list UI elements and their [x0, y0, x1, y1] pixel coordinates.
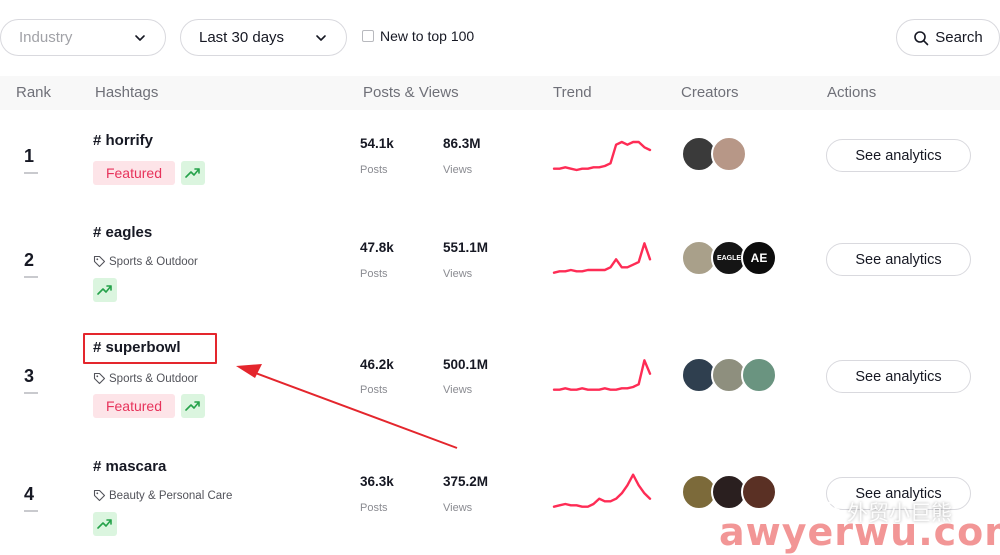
- trending-up-icon: [181, 161, 205, 185]
- see-analytics-button[interactable]: See analytics: [826, 243, 971, 276]
- hashtag-link[interactable]: # horrify: [93, 132, 153, 149]
- category-text: Sports & Outdoor: [109, 372, 198, 385]
- column-creators: Creators: [681, 84, 739, 101]
- posts-label: Posts: [360, 502, 388, 514]
- rank-number: 1: [24, 146, 39, 174]
- chevron-down-icon: [133, 31, 147, 45]
- tag-icon: [93, 372, 106, 385]
- trend-sparkline: [552, 359, 652, 391]
- category-label: Sports & Outdoor: [93, 255, 198, 268]
- posts-label: Posts: [360, 164, 388, 176]
- chevron-down-icon: [314, 31, 328, 45]
- featured-badge: Featured: [93, 394, 175, 418]
- trend-sparkline: [552, 140, 652, 172]
- trend-sparkline: [552, 473, 652, 508]
- featured-badge: Featured: [93, 161, 175, 185]
- rank-number: 4: [24, 484, 39, 512]
- table-row: 2 # eagles Sports & Outdoor 47.8k Posts …: [0, 210, 1000, 326]
- trend-line: [552, 359, 652, 391]
- views-count: 551.1M: [443, 240, 489, 255]
- posts-label: Posts: [360, 384, 388, 396]
- rank-number: 2: [24, 250, 39, 278]
- tag-icon: [93, 255, 106, 268]
- views-count: 375.2M: [443, 474, 489, 489]
- creator-avatars: EAGLE AE: [681, 240, 777, 278]
- trend-line: [552, 473, 652, 508]
- tag-icon: [93, 489, 106, 502]
- industry-select[interactable]: Industry: [0, 19, 166, 56]
- posts-count: 36.3k: [360, 474, 394, 489]
- column-actions: Actions: [827, 84, 877, 101]
- industry-select-label: Industry: [19, 29, 73, 46]
- posts-label: Posts: [360, 268, 388, 280]
- hashtag-link[interactable]: # mascara: [93, 458, 166, 475]
- filter-bar: Industry Last 30 days New to top 100 Sea…: [0, 0, 1000, 76]
- new-to-top-label: New to top 100: [380, 28, 475, 44]
- table-row: 1 # horrify Featured 54.1k Posts 86.3M V…: [0, 110, 1000, 210]
- views-label: Views: [443, 268, 473, 280]
- search-icon: [914, 30, 929, 45]
- category-text: Beauty & Personal Care: [109, 489, 233, 502]
- creator-avatars: [681, 357, 777, 395]
- column-trend: Trend: [553, 84, 592, 101]
- see-analytics-button[interactable]: See analytics: [826, 139, 971, 172]
- search-button-label: Search: [935, 29, 983, 46]
- creator-avatars: [681, 474, 777, 512]
- posts-count: 47.8k: [360, 240, 394, 255]
- column-rank: Rank: [16, 84, 52, 101]
- column-posts-views: Posts & Views: [363, 84, 459, 101]
- posts-count: 54.1k: [360, 136, 394, 151]
- trending-up-icon: [181, 394, 205, 418]
- period-select-label: Last 30 days: [199, 29, 285, 46]
- views-label: Views: [443, 384, 473, 396]
- avatar[interactable]: [741, 357, 777, 393]
- views-label: Views: [443, 502, 473, 514]
- category-text: Sports & Outdoor: [109, 255, 198, 268]
- category-label: Beauty & Personal Care: [93, 489, 232, 502]
- views-count: 500.1M: [443, 357, 489, 372]
- category-label: Sports & Outdoor: [93, 372, 198, 385]
- hashtag-link[interactable]: # eagles: [93, 224, 152, 241]
- column-hashtags: Hashtags: [95, 84, 159, 101]
- views-count: 86.3M: [443, 136, 481, 151]
- trend-line: [552, 242, 652, 274]
- trend-line: [552, 140, 652, 172]
- avatar[interactable]: AE: [741, 240, 777, 276]
- trending-up-icon: [93, 278, 117, 302]
- creator-avatars: [681, 136, 747, 174]
- new-to-top-checkbox[interactable]: [362, 30, 374, 42]
- trending-up-icon: [93, 512, 117, 536]
- avatar[interactable]: [741, 474, 777, 510]
- see-analytics-button[interactable]: See analytics: [826, 360, 971, 393]
- views-label: Views: [443, 164, 473, 176]
- table-row: # superbowl 3 Sports & Outdoor Featured …: [0, 326, 1000, 444]
- rank-number: 3: [24, 366, 39, 394]
- table-header: Rank Hashtags Posts & Views Trend Creato…: [0, 76, 1000, 110]
- posts-count: 46.2k: [360, 357, 394, 372]
- watermark-domain: awyerwu.com: [719, 510, 1000, 554]
- hashtag-link[interactable]: # superbowl: [83, 333, 217, 364]
- avatar[interactable]: [711, 136, 747, 172]
- trend-sparkline: [552, 242, 652, 274]
- new-to-top-filter[interactable]: New to top 100: [362, 28, 474, 44]
- search-button[interactable]: Search: [896, 19, 1000, 56]
- period-select[interactable]: Last 30 days: [180, 19, 347, 56]
